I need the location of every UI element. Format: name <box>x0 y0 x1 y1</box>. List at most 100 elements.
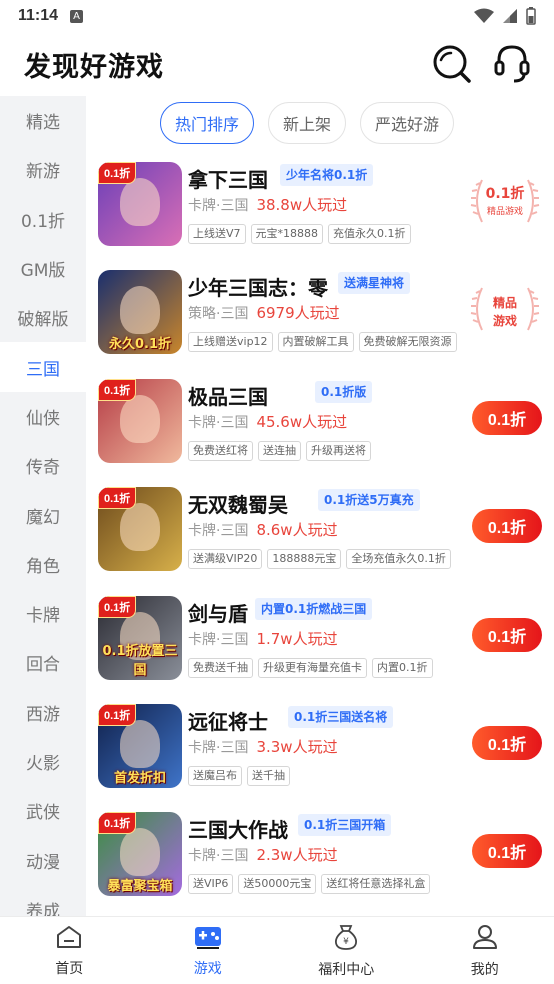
game-cover[interactable]: 0.1折 首发折扣 <box>98 703 182 788</box>
sidebar-item[interactable]: 仙侠 <box>0 392 86 441</box>
search-icon[interactable] <box>432 44 472 84</box>
sidebar-item[interactable]: 精选 <box>0 96 86 145</box>
stamp-main-text: 精品 <box>492 296 517 311</box>
game-tags: 送VIP6 送50000元宝 送红将任意选择礼盒 <box>188 874 431 895</box>
header-actions <box>432 44 530 84</box>
sidebar-item[interactable]: 角色 <box>0 540 86 589</box>
game-meta: 卡牌·三国 45.6w人玩过 <box>188 411 347 432</box>
game-name[interactable]: 剑与盾 <box>188 598 248 627</box>
game-tag: 升级更有海量充值卡 <box>258 657 367 678</box>
game-meta: 卡牌·三国 8.6w人玩过 <box>188 519 338 540</box>
game-tags: 免费送千抽 升级更有海量充值卡 内置0.1折 <box>188 657 433 678</box>
game-row[interactable]: 0.1折 拿下三国 少年名将0.1折 卡牌·三国 38.8w人玩过 上线送V7 元宝*188… <box>86 150 554 258</box>
game-name[interactable]: 远征将士 <box>188 706 268 735</box>
game-row[interactable]: 0.1折 暴富聚宝箱 三国大作战 0.1折三国开箱 卡牌·三国 2.3w人玩过 送VIP6 送… <box>86 800 554 908</box>
game-cover[interactable]: 永久0.1折 <box>98 270 182 355</box>
tab-sort[interactable]: 严选好游 <box>360 102 455 144</box>
game-cover[interactable]: 0.1折 暴富聚宝箱 <box>98 812 182 897</box>
game-row[interactable]: 0.1折 无双魏蜀吴 0.1折送5万真充 卡牌·三国 8.6w人玩过 送满级VIP20 18… <box>86 475 554 583</box>
sidebar-item[interactable]: 动漫 <box>0 835 86 884</box>
game-cover[interactable]: 0.1折 0.1折放置三国 <box>98 595 182 680</box>
game-row[interactable]: 0.1折 0.1折放置三国 剑与盾 内置0.1折燃战三国 卡牌·三国 1.7w人玩过 免费送… <box>86 584 554 692</box>
game-tag: 188888元宝 <box>267 549 342 570</box>
game-meta: 策略·三国 6979人玩过 <box>188 302 340 323</box>
sidebar-item[interactable]: 新游 <box>0 145 86 194</box>
nav-item[interactable]: 首页 <box>0 917 139 984</box>
game-cover[interactable]: 0.1折 <box>98 487 182 572</box>
game-name[interactable]: 极品三国 <box>188 381 268 410</box>
cover-art <box>120 394 160 443</box>
sidebar-item[interactable]: 回合 <box>0 638 86 687</box>
sidebar-item[interactable]: 卡牌 <box>0 589 86 638</box>
sidebar-item[interactable]: 三国 <box>0 342 86 392</box>
game-category: 卡牌·三国 <box>188 739 249 756</box>
cover-art <box>120 503 160 552</box>
nav-label: 游戏 <box>193 960 222 977</box>
game-tag: 全场充值永久0.1折 <box>346 549 451 570</box>
game-meta: 卡牌·三国 2.3w人玩过 <box>188 844 338 865</box>
sidebar-item[interactable]: 传奇 <box>0 441 86 490</box>
sidebar-item[interactable]: 魔幻 <box>0 490 86 539</box>
game-cover[interactable]: 0.1折 <box>98 378 182 463</box>
game-tag: 上线赠送vip12 <box>188 332 273 353</box>
discount-button[interactable]: 0.1折 <box>472 725 542 760</box>
game-players: 6979人玩过 <box>256 304 340 323</box>
game-row[interactable]: 0.1折 极品三国 0.1折版 卡牌·三国 45.6w人玩过 免费送红将 送连抽 升级再送将 0… <box>86 367 554 475</box>
cover-art <box>120 178 160 226</box>
tab-sort[interactable]: 热门排序 <box>160 102 255 144</box>
game-name[interactable]: 拿下三国 <box>188 164 268 193</box>
nav-label: 我的 <box>470 961 499 978</box>
headset-icon[interactable] <box>494 44 530 84</box>
cover-badge: 0.1折 <box>98 487 137 510</box>
discount-button[interactable]: 0.1折 <box>472 400 542 435</box>
cover-caption: 永久0.1折 <box>108 337 172 353</box>
stamp-sub-text: 精品游戏 <box>486 207 523 217</box>
game-list: 0.1折 拿下三国 少年名将0.1折 卡牌·三国 38.8w人玩过 上线送V7 元宝*188… <box>86 150 554 909</box>
tab-sort[interactable]: 新上架 <box>268 102 347 144</box>
game-tagline: 0.1折版 <box>315 380 373 403</box>
quality-stamp: 0.1折 精品游戏 <box>470 166 540 236</box>
game-tag: 升级再送将 <box>306 440 371 461</box>
game-tag: 上线送V7 <box>188 224 246 244</box>
cover-badge: 0.1折 <box>98 595 137 618</box>
game-meta: 卡牌·三国 38.8w人玩过 <box>188 194 347 215</box>
sidebar-item[interactable]: GM版 <box>0 244 86 293</box>
wifi-icon <box>474 8 494 23</box>
bottom-nav: 首页 游戏 ¥ 福利中心 我的 <box>0 916 554 984</box>
nav-item[interactable]: 我的 <box>416 917 554 984</box>
game-category: 卡牌·三国 <box>188 523 249 540</box>
game-name[interactable]: 少年三国志：零 <box>188 272 328 301</box>
status-icons <box>474 7 536 25</box>
signal-icon <box>503 9 517 23</box>
game-tag: 元宝*18888 <box>250 224 324 244</box>
game-players: 2.3w人玩过 <box>256 846 338 865</box>
discount-button[interactable]: 0.1折 <box>472 617 542 652</box>
game-name[interactable]: 无双魏蜀吴 <box>188 489 288 518</box>
sidebar-item[interactable]: 养成 <box>0 885 86 916</box>
game-category: 策略·三国 <box>188 306 249 323</box>
nav-item[interactable]: 游戏 <box>139 917 278 984</box>
discount-button[interactable]: 0.1折 <box>472 834 542 869</box>
game-row[interactable]: 永久0.1折 少年三国志：零 送满星神将 策略·三国 6979人玩过 上线赠送vip12 内… <box>86 258 554 366</box>
category-sidebar: 精选 新游 0.1折 GM版 破解版 三国 仙侠 传奇 魔幻 角色 卡牌 回合 西游 火影 武侠 动漫 养成 <box>0 96 86 916</box>
sort-tabs: 热门排序 新上架 严选好游 <box>160 102 455 144</box>
game-name[interactable]: 三国大作战 <box>188 814 288 843</box>
sidebar-item[interactable]: 武侠 <box>0 786 86 835</box>
cover-badge: 0.1折 <box>98 162 137 184</box>
game-meta: 卡牌·三国 3.3w人玩过 <box>188 736 338 757</box>
sidebar-item[interactable]: 火影 <box>0 737 86 786</box>
nav-item[interactable]: ¥ 福利中心 <box>277 917 416 984</box>
game-row[interactable]: 0.1折 首发折扣 远征将士 0.1折三国送名将 卡牌·三国 3.3w人玩过 送魔吕布 送千抽… <box>86 692 554 800</box>
gamepad-icon <box>193 924 223 954</box>
game-players: 3.3w人玩过 <box>256 737 338 756</box>
game-tag: 送连抽 <box>258 440 301 461</box>
home-icon <box>55 924 83 954</box>
game-tags: 免费送红将 送连抽 升级再送将 <box>188 440 371 461</box>
game-cover[interactable]: 0.1折 <box>98 162 182 246</box>
sidebar-item[interactable]: 0.1折 <box>0 195 86 244</box>
discount-button[interactable]: 0.1折 <box>472 509 542 544</box>
game-meta: 卡牌·三国 1.7w人玩过 <box>188 628 338 649</box>
sidebar-item[interactable]: 破解版 <box>0 293 86 342</box>
cover-art <box>120 286 160 335</box>
sidebar-item[interactable]: 西游 <box>0 688 86 737</box>
